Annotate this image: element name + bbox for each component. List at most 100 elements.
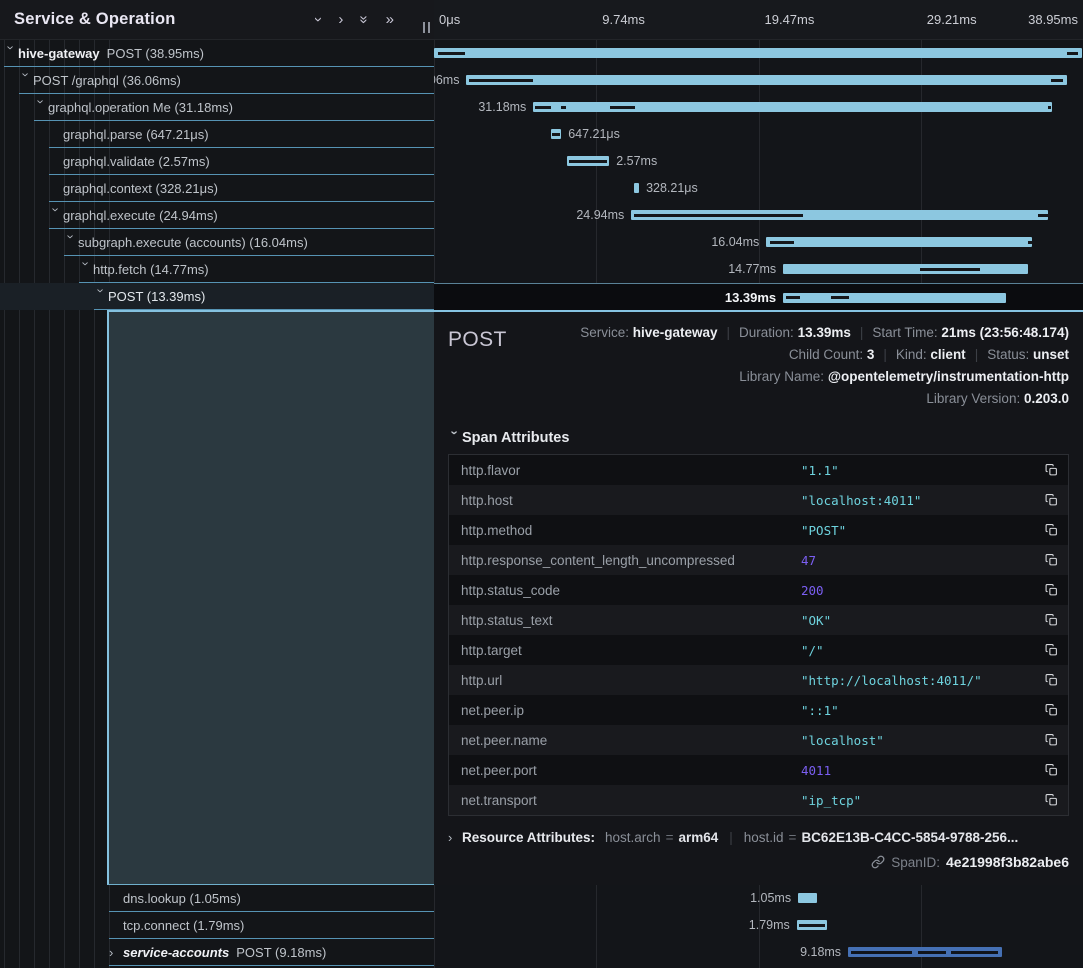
copy-icon[interactable] [1045,673,1058,687]
copy-button[interactable] [1034,493,1068,507]
expand-all-icon[interactable]: » [386,12,394,27]
copy-button[interactable] [1034,703,1068,717]
copy-button[interactable] [1034,523,1068,537]
span-tree-row[interactable]: graphql.parse (647.21μs) [0,121,434,148]
timeline-tick: 38.95ms [1028,12,1078,27]
chevron-right-icon[interactable]: › [109,946,123,959]
copy-button[interactable] [1034,763,1068,777]
collapse-all-icon[interactable]: » [360,12,368,27]
resource-attributes-row[interactable]: › Resource Attributes: host.arch=arm64|h… [448,830,1069,845]
trace-viewer: Service & Operation › › » » ›hive-gatewa… [0,0,1083,968]
attribute-key: http.target [449,643,801,658]
selected-span-subtree-area [0,310,434,885]
copy-button[interactable] [1034,463,1068,477]
span-bar[interactable] [798,893,817,903]
attribute-row: http.flavor"1.1" [449,455,1068,485]
span-tree-row[interactable]: ›graphql.operation Me (31.18ms) [0,94,434,121]
chevron-down-icon[interactable]: › [20,73,33,87]
copy-icon[interactable] [1045,613,1058,627]
copy-icon[interactable] [1045,643,1058,657]
span-bar[interactable] [783,264,1028,274]
span-attributes-header[interactable]: › Span Attributes [448,430,1069,446]
chevron-down-icon[interactable]: › [5,46,18,60]
span-bar[interactable] [434,48,1082,58]
child-span-tick [1051,79,1063,82]
copy-icon[interactable] [1045,793,1058,807]
duration-label: 2.57ms [616,148,657,175]
copy-icon[interactable] [1045,553,1058,567]
link-icon[interactable] [871,855,885,869]
waterfall-row[interactable] [434,40,1083,67]
copy-icon[interactable] [1045,763,1058,777]
span-tree-row[interactable]: ›POST /graphql (36.06ms) [0,67,434,94]
meta-value: unset [1033,347,1069,362]
child-span-tick [918,951,946,954]
copy-button[interactable] [1034,733,1068,747]
attribute-key: http.status_code [449,583,801,598]
resource-key: host.id [744,830,784,845]
span-tree-row[interactable]: tcp.connect (1.79ms) [0,912,434,939]
waterfall-row[interactable]: 13.39ms [434,283,1083,310]
chevron-down-icon[interactable]: › [35,100,48,114]
copy-button[interactable] [1034,553,1068,567]
meta-label: Duration: [739,325,798,340]
copy-button[interactable] [1034,793,1068,807]
attribute-key: net.peer.name [449,733,801,748]
chevron-down-icon[interactable]: › [50,208,63,222]
chevron-right-icon: › [448,831,462,844]
waterfall-row[interactable]: 14.77ms [434,256,1083,283]
span-tree-row[interactable]: graphql.context (328.21μs) [0,175,434,202]
waterfall-row[interactable]: 2.57ms [434,148,1083,175]
copy-icon[interactable] [1045,583,1058,597]
chevron-down-icon[interactable]: › [65,235,78,249]
span-tree-row[interactable]: ›hive-gatewayPOST (38.95ms) [0,40,434,67]
span-bar[interactable] [466,75,1067,85]
attribute-row: net.peer.name"localhost" [449,725,1068,755]
attribute-row: http.target"/" [449,635,1068,665]
attribute-key: net.peer.ip [449,703,801,718]
copy-button[interactable] [1034,673,1068,687]
row-divider [109,965,434,966]
span-bar[interactable] [634,183,639,193]
collapse-one-icon[interactable]: › [316,12,321,27]
span-bar[interactable] [766,237,1032,247]
waterfall-row[interactable]: 31.18ms [434,94,1083,121]
chevron-down-icon[interactable]: › [95,289,108,303]
waterfall-row[interactable]: 328.21μs [434,175,1083,202]
column-resize-handle[interactable] [423,22,430,33]
waterfall-row[interactable]: 16.04ms [434,229,1083,256]
span-bar[interactable] [783,293,1006,303]
waterfall-row[interactable]: 36.06ms [434,67,1083,94]
child-span-tick [1028,241,1032,244]
child-span-tick [951,951,998,954]
copy-icon[interactable] [1045,493,1058,507]
copy-button[interactable] [1034,583,1068,597]
service-name: service-accounts [123,945,229,960]
duration-label: 647.21μs [568,121,620,148]
span-tree-row[interactable]: ›graphql.execute (24.94ms) [0,202,434,229]
copy-button[interactable] [1034,613,1068,627]
waterfall-row[interactable]: 647.21μs [434,121,1083,148]
detail-meta: Service: hive-gateway|Duration: 13.39ms|… [580,322,1069,410]
waterfall-row[interactable]: 24.94ms [434,202,1083,229]
span-tree-row[interactable]: ›POST (13.39ms) [0,283,434,310]
copy-icon[interactable] [1045,733,1058,747]
duration-label: 31.18ms [478,94,526,121]
copy-button[interactable] [1034,643,1068,657]
copy-icon[interactable] [1045,463,1058,477]
waterfall-row[interactable]: 1.79ms [434,912,1083,939]
attribute-key: net.transport [449,793,801,808]
span-tree-row[interactable]: ›service-accountsPOST (9.18ms) [0,939,434,966]
copy-icon[interactable] [1045,523,1058,537]
expand-one-icon[interactable]: › [338,12,343,27]
copy-icon[interactable] [1045,703,1058,717]
attribute-key: http.response_content_length_uncompresse… [449,553,801,568]
waterfall-row[interactable]: 1.05ms [434,885,1083,912]
span-tree-row[interactable]: ›subgraph.execute (accounts) (16.04ms) [0,229,434,256]
chevron-down-icon[interactable]: › [80,262,93,276]
span-tree-row[interactable]: ›http.fetch (14.77ms) [0,256,434,283]
span-tree-row[interactable]: dns.lookup (1.05ms) [0,885,434,912]
waterfall-row[interactable]: 9.18ms [434,939,1083,966]
attribute-key: http.flavor [449,463,801,478]
span-tree-row[interactable]: graphql.validate (2.57ms) [0,148,434,175]
